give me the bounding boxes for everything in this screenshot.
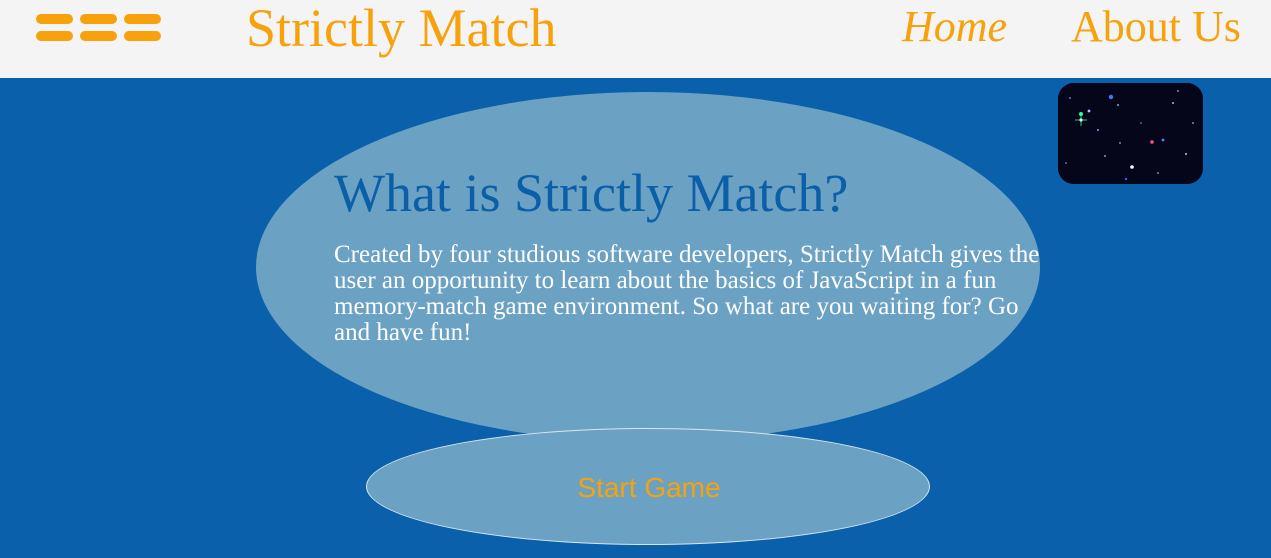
menu-dash <box>36 14 73 24</box>
top-navbar: Strictly Match Home About Us <box>0 0 1271 78</box>
section-description: Created by four studious software develo… <box>334 241 1040 346</box>
starfield-image <box>1058 83 1203 184</box>
menu-dash <box>36 31 73 41</box>
section-title: What is Strictly Match? <box>334 163 849 223</box>
brand-title: Strictly Match <box>246 0 557 58</box>
start-game-button[interactable]: Start Game <box>366 428 930 545</box>
menu-dash <box>124 31 161 41</box>
nav-link-about-us[interactable]: About Us <box>1071 0 1241 55</box>
menu-dash <box>80 14 117 24</box>
hamburger-menu-icon[interactable] <box>36 14 163 42</box>
menu-dash <box>80 31 117 41</box>
menu-dash <box>124 14 161 24</box>
nav-link-home[interactable]: Home <box>902 0 1007 55</box>
start-game-label: Start Game <box>577 472 721 503</box>
